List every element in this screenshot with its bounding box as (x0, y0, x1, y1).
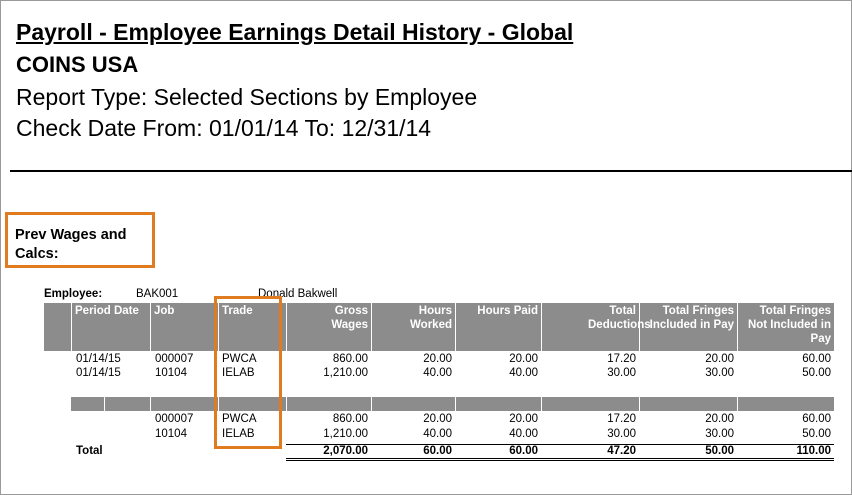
report-type: Report Type: Selected Sections by Employ… (16, 84, 478, 110)
header-fringes-included: Total Fringes Included in Pay (649, 305, 734, 331)
total-fringes-included: 50.00 (705, 445, 734, 457)
cell-hours-paid: 40.00 (509, 367, 538, 379)
header-period-date: Period Date (75, 305, 139, 317)
cell-period-date: 01/14/15 (76, 353, 121, 365)
group-separator-divider (286, 397, 287, 411)
cell-period-date: 01/14/15 (76, 367, 121, 379)
cell-fringes-included: 20.00 (705, 413, 734, 425)
cell-hours-paid: 20.00 (509, 413, 538, 425)
cell-total-deductions: 30.00 (607, 428, 636, 440)
cell-gross-wages: 860.00 (332, 413, 368, 425)
header-fringes-not-included: Total Fringes Not Included in Pay (747, 305, 831, 345)
header-gross-wages: Gross Wages (331, 305, 368, 331)
cell-job: 000007 (155, 413, 194, 425)
cell-total-deductions: 30.00 (607, 367, 636, 379)
total-gross-wages: 2,070.00 (323, 445, 368, 457)
cell-total-deductions: 17.20 (607, 353, 636, 365)
total-bottom-rule (286, 458, 834, 459)
check-date-range: Check Date From: 01/01/14 To: 12/31/14 (16, 115, 432, 141)
cell-job: 10104 (155, 428, 187, 440)
company-name: COINS USA (16, 52, 139, 77)
cell-fringes-included: 30.00 (705, 428, 734, 440)
cell-hours-worked: 20.00 (423, 413, 452, 425)
cell-hours-paid: 40.00 (509, 428, 538, 440)
total-label: Total (76, 445, 103, 457)
group-separator-divider (639, 397, 640, 411)
cell-gross-wages: 1,210.00 (323, 367, 368, 379)
cell-fringes-not-included: 60.00 (802, 413, 831, 425)
cell-hours-worked: 40.00 (423, 428, 452, 440)
group-separator-divider (104, 397, 105, 411)
cell-fringes-not-included: 60.00 (802, 353, 831, 365)
cell-hours-worked: 40.00 (423, 367, 452, 379)
employee-label: Employee: (44, 288, 103, 300)
group-separator-divider (455, 397, 456, 411)
cell-job: 000007 (155, 353, 194, 365)
report-title: Payroll - Employee Earnings Detail Histo… (16, 19, 574, 45)
total-hours-worked: 60.00 (423, 445, 452, 457)
cell-total-deductions: 17.20 (607, 413, 636, 425)
group-separator-bar (71, 397, 834, 411)
total-hours-paid: 60.00 (509, 445, 538, 457)
header-hours-worked: Hours Worked (410, 305, 452, 331)
group-separator-divider (737, 397, 738, 411)
cell-job: 10104 (155, 367, 187, 379)
employee-id: BAK001 (136, 288, 179, 300)
total-fringes-not-included: 110.00 (796, 445, 831, 457)
header-job: Job (154, 305, 175, 317)
header-hours-paid: Hours Paid (477, 305, 538, 317)
cell-fringes-not-included: 50.00 (802, 428, 831, 440)
cell-gross-wages: 860.00 (332, 353, 368, 365)
cell-fringes-included: 20.00 (705, 353, 734, 365)
trade-column-highlight-box (214, 296, 282, 449)
group-separator-divider (371, 397, 372, 411)
header-total-deductions: Total Deductions (588, 305, 651, 331)
section-highlight-box (5, 212, 155, 268)
total-deductions: 47.20 (607, 445, 636, 457)
group-separator-divider (150, 397, 151, 411)
total-bottom-rule-double (286, 460, 834, 461)
cell-fringes-included: 30.00 (705, 367, 734, 379)
cell-hours-worked: 20.00 (423, 353, 452, 365)
cell-fringes-not-included: 50.00 (802, 367, 831, 379)
cell-gross-wages: 1,210.00 (323, 428, 368, 440)
header-divider (10, 170, 852, 172)
group-separator-divider (541, 397, 542, 411)
cell-hours-paid: 20.00 (509, 353, 538, 365)
